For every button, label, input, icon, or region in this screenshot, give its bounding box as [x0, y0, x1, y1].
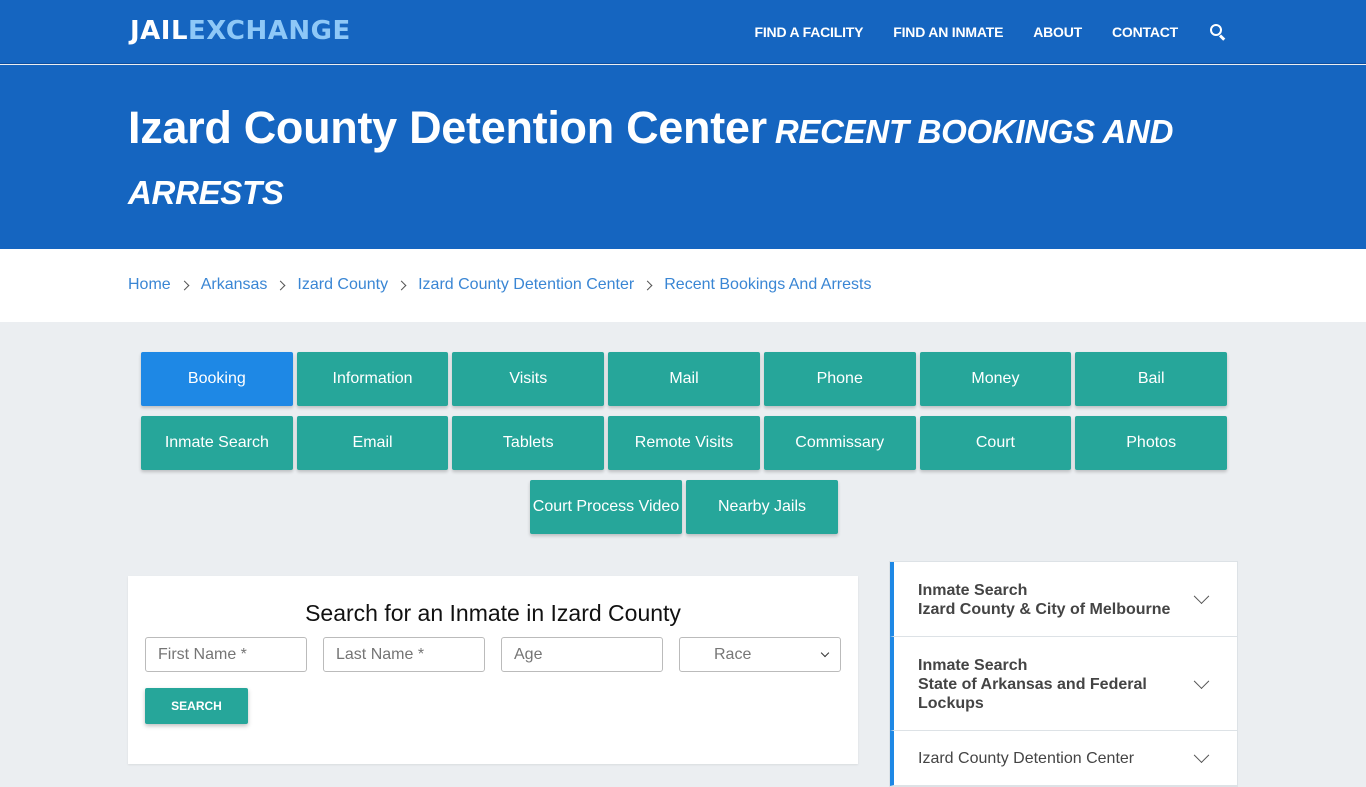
- tab-tablets[interactable]: Tablets: [452, 416, 605, 470]
- tab-court-process-video[interactable]: Court Process Video: [530, 480, 682, 534]
- breadcrumb-bar: Home Arkansas Izard County Izard County …: [0, 249, 1366, 322]
- inmate-search-card: Search for an Inmate in Izard County Rac…: [128, 576, 858, 764]
- tab-commissary[interactable]: Commissary: [763, 416, 916, 470]
- sidebar-accordion: Inmate Search Izard County & City of Mel…: [889, 561, 1238, 787]
- tab-court[interactable]: Court: [919, 416, 1072, 470]
- search-button[interactable]: SEARCH: [145, 688, 248, 724]
- accordion-item-facility[interactable]: Izard County Detention Center: [890, 731, 1237, 786]
- tab-booking[interactable]: Booking: [140, 352, 293, 406]
- tab-photos[interactable]: Photos: [1075, 416, 1228, 470]
- tab-email[interactable]: Email: [296, 416, 449, 470]
- accordion-item-state-search[interactable]: Inmate Search State of Arkansas and Fede…: [890, 637, 1237, 731]
- chevron-down-icon[interactable]: [1193, 747, 1210, 764]
- first-name-input[interactable]: [145, 637, 307, 672]
- age-input[interactable]: [501, 637, 663, 672]
- breadcrumb-state[interactable]: Arkansas: [201, 276, 268, 294]
- tabs-row-3: Court Process Video Nearby Jails: [139, 480, 1229, 534]
- nav-find-inmate[interactable]: FIND AN INMATE: [893, 24, 1003, 40]
- page-title-main: Izard County Detention Center: [128, 102, 767, 153]
- tab-information[interactable]: Information: [296, 352, 449, 406]
- page-title: Izard County Detention Center Recent Book…: [128, 99, 1228, 221]
- tab-inmate-search[interactable]: Inmate Search: [140, 416, 293, 470]
- chevron-down-icon[interactable]: [1193, 672, 1210, 689]
- breadcrumb-current[interactable]: Recent Bookings And Arrests: [664, 276, 871, 294]
- chevron-down-icon: [820, 648, 830, 658]
- search-card-title: Search for an Inmate in Izard County: [305, 600, 681, 626]
- accordion-item-subtitle: Izard County & City of Melbourne: [918, 601, 1171, 618]
- tab-nearby-jails[interactable]: Nearby Jails: [686, 480, 838, 534]
- chevron-right-icon: [275, 280, 286, 290]
- tab-mail[interactable]: Mail: [608, 352, 760, 406]
- race-select-value: Race: [714, 645, 752, 663]
- accordion-item-title: Inmate Search: [918, 657, 1028, 674]
- main-nav: FIND A FACILITY FIND AN INMATE ABOUT CON…: [725, 0, 1226, 64]
- nav-contact[interactable]: CONTACT: [1112, 24, 1178, 40]
- nav-about[interactable]: ABOUT: [1033, 24, 1082, 40]
- last-name-input[interactable]: [323, 637, 485, 672]
- tabs-row-1: Booking Information Visits Mail Phone Mo…: [139, 352, 1229, 406]
- tab-money[interactable]: Money: [919, 352, 1072, 406]
- logo-text-jail: JAIL: [130, 16, 189, 46]
- nav-find-facility[interactable]: FIND A FACILITY: [755, 24, 864, 40]
- breadcrumb-home[interactable]: Home: [128, 276, 171, 294]
- chevron-right-icon: [396, 280, 407, 290]
- breadcrumb-facility[interactable]: Izard County Detention Center: [418, 276, 634, 294]
- race-select[interactable]: Race: [679, 637, 841, 672]
- search-fields: Race: [145, 637, 841, 672]
- search-icon[interactable]: [1210, 24, 1226, 40]
- tab-visits[interactable]: Visits: [452, 352, 605, 406]
- tab-remote-visits[interactable]: Remote Visits: [608, 416, 760, 470]
- tabs-row-2: Inmate Search Email Tablets Remote Visit…: [139, 416, 1229, 470]
- site-logo[interactable]: JAILEXCHANGE: [130, 16, 351, 46]
- accordion-item-title: Inmate Search: [918, 582, 1028, 599]
- tab-phone[interactable]: Phone: [763, 352, 916, 406]
- facility-tabs: Booking Information Visits Mail Phone Mo…: [139, 352, 1229, 544]
- chevron-right-icon: [642, 280, 653, 290]
- chevron-down-icon[interactable]: [1193, 588, 1210, 605]
- accordion-item-county-search[interactable]: Inmate Search Izard County & City of Mel…: [890, 562, 1237, 637]
- logo-text-exchange: EXCHANGE: [188, 16, 351, 46]
- top-navbar: JAILEXCHANGE FIND A FACILITY FIND AN INM…: [0, 0, 1366, 64]
- page-hero: Izard County Detention Center Recent Book…: [0, 65, 1366, 249]
- accordion-item-title: Izard County Detention Center: [918, 750, 1135, 767]
- breadcrumb-county[interactable]: Izard County: [297, 276, 388, 294]
- accordion-item-subtitle: State of Arkansas and Federal Lockups: [918, 676, 1147, 712]
- tab-bail[interactable]: Bail: [1075, 352, 1228, 406]
- chevron-right-icon: [179, 280, 190, 290]
- breadcrumb: Home Arkansas Izard County Izard County …: [128, 276, 871, 294]
